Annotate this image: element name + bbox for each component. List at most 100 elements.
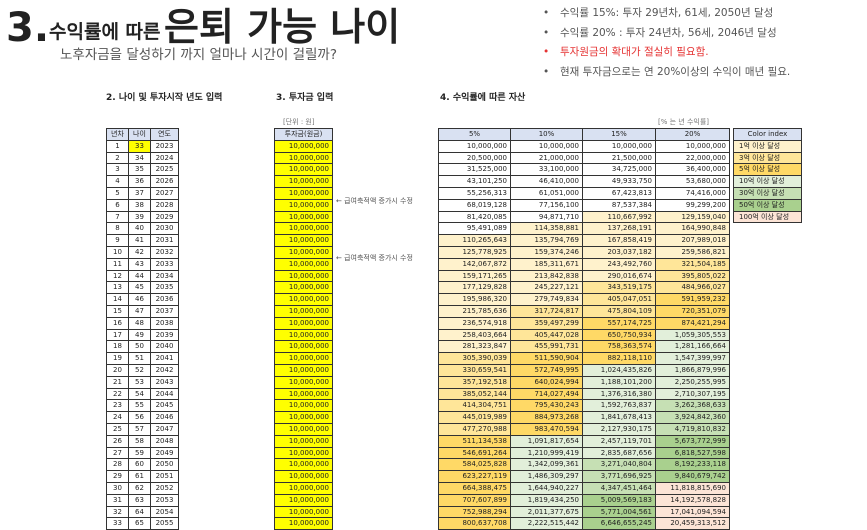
table-row: 29 61 2051 xyxy=(106,470,179,483)
legend-item: 10억 이상 달성 xyxy=(733,175,802,188)
principal-cell: 10,000,000 xyxy=(274,399,333,413)
principal-cell: 10,000,000 xyxy=(274,505,333,519)
year-cell: 2037 xyxy=(150,304,179,318)
year-cell: 2047 xyxy=(150,422,179,436)
year-count-cell: 10 xyxy=(106,245,129,259)
year-cell: 2034 xyxy=(150,269,179,283)
asset-cell: 142,067,872 xyxy=(438,257,511,271)
table-row: 10,000,000 xyxy=(274,210,333,224)
age-cell: 34 xyxy=(128,151,151,165)
asset-cell: 3,262,368,633 xyxy=(655,399,730,413)
asset-cell: 1,486,309,297 xyxy=(510,470,583,483)
color-index-body: 1억 이상 달성 3억 이상 달성 5억 이상 달성 10억 이상 달성 30억 이상 … xyxy=(733,139,802,224)
table-row: 4 36 2026 xyxy=(106,175,179,188)
year-count-cell: 7 xyxy=(106,210,129,224)
header-principal: 투자금(원금) xyxy=(274,128,333,141)
asset-cell: 17,041,094,594 xyxy=(655,505,730,519)
table-row: 18 50 2040 xyxy=(106,340,179,354)
asset-cell: 114,358,881 xyxy=(510,222,583,236)
year-cell: 2039 xyxy=(150,328,179,342)
table-row: 125,778,925 159,374,246 203,037,182 259,586… xyxy=(438,245,730,259)
asset-cell: 1,281,166,664 xyxy=(655,340,730,354)
returns-table: 5% 10% 15% 20% 10,000,000 10,000,000 10,00… xyxy=(438,128,730,530)
asset-cell: 477,270,988 xyxy=(438,422,511,436)
asset-cell: 385,052,144 xyxy=(438,387,511,401)
table-row: 7 39 2029 xyxy=(106,210,179,224)
asset-cell: 137,268,191 xyxy=(582,222,656,236)
principal-cell: 10,000,000 xyxy=(274,175,333,188)
asset-cell: 195,986,320 xyxy=(438,293,511,306)
asset-cell: 290,016,674 xyxy=(582,269,656,283)
table-row: 10,000,000 xyxy=(274,352,333,365)
age-cell: 39 xyxy=(128,210,151,224)
asset-cell: 4,719,810,832 xyxy=(655,422,730,436)
age-cell: 46 xyxy=(128,293,151,306)
principal-cell: 10,000,000 xyxy=(274,316,333,330)
age-cell: 48 xyxy=(128,316,151,330)
asset-cell: 455,991,731 xyxy=(510,340,583,354)
table-row: 5 37 2027 xyxy=(106,186,179,200)
table-row: 236,574,918 359,497,299 557,174,725 874,421… xyxy=(438,316,730,330)
table-row: 10,000,000 xyxy=(274,458,333,472)
asset-cell: 68,019,128 xyxy=(438,198,511,212)
asset-cell: 317,724,817 xyxy=(510,304,583,318)
asset-cell: 874,421,294 xyxy=(655,316,730,330)
asset-cell: 46,410,000 xyxy=(510,175,583,188)
asset-cell: 1,592,763,837 xyxy=(582,399,656,413)
principal-cell: 10,000,000 xyxy=(274,139,333,153)
table-row: 258,403,664 405,447,028 650,750,934 1,059,3… xyxy=(438,328,730,342)
legend-row: 30억 이상 달성 xyxy=(733,186,802,200)
table-row: 22 54 2044 xyxy=(106,387,179,401)
asset-cell: 1,547,399,997 xyxy=(655,352,730,365)
year-count-cell: 31 xyxy=(106,493,129,507)
table-row: 10,000,000 xyxy=(274,175,333,188)
asset-cell: 8,192,233,118 xyxy=(655,458,730,472)
asset-cell: 110,265,643 xyxy=(438,234,511,247)
bullet-icon: • xyxy=(543,7,550,19)
age-cell: 42 xyxy=(128,245,151,259)
year-cell: 2026 xyxy=(150,175,179,188)
year-cell: 2036 xyxy=(150,293,179,306)
table-row: 55,256,313 61,051,000 67,423,813 74,416,000 xyxy=(438,186,730,200)
asset-cell: 546,691,264 xyxy=(438,446,511,460)
asset-cell: 5,009,569,183 xyxy=(582,493,656,507)
asset-cell: 1,091,817,654 xyxy=(510,434,583,448)
asset-cell: 714,027,494 xyxy=(510,387,583,401)
year-cell: 2053 xyxy=(150,493,179,507)
age-cell: 50 xyxy=(128,340,151,354)
year-count-cell: 29 xyxy=(106,470,129,483)
table-row: 357,192,518 640,024,994 1,188,101,200 2,250… xyxy=(438,375,730,389)
year-cell: 2023 xyxy=(150,139,179,153)
asset-cell: 94,871,710 xyxy=(510,210,583,224)
asset-cell: 21,500,000 xyxy=(582,151,656,165)
table-row: 305,390,039 511,590,904 882,118,110 1,547,3… xyxy=(438,352,730,365)
header-color-index: Color index xyxy=(733,128,802,141)
asset-cell: 2,250,255,995 xyxy=(655,375,730,389)
table-row: 10,000,000 xyxy=(274,257,333,271)
year-cell: 2044 xyxy=(150,387,179,401)
asset-cell: 53,680,000 xyxy=(655,175,730,188)
legend-item: 1억 이상 달성 xyxy=(733,139,802,153)
table-row: 10,000,000 xyxy=(274,222,333,236)
asset-cell: 664,388,475 xyxy=(438,481,511,495)
table-row: 195,986,320 279,749,834 405,047,051 591,959… xyxy=(438,293,730,306)
principal-cell: 10,000,000 xyxy=(274,446,333,460)
age-cell: 35 xyxy=(128,163,151,177)
section-title-assets: 4. 수익률에 따른 자산 xyxy=(440,93,526,103)
asset-cell: 650,750,934 xyxy=(582,328,656,342)
table-row: 1 33 2023 xyxy=(106,139,179,153)
table-row: 511,134,538 1,091,817,654 2,457,119,701 5,6… xyxy=(438,434,730,448)
asset-cell: 67,423,813 xyxy=(582,186,656,200)
table-row: 10,000,000 xyxy=(274,328,333,342)
table-row: 10,000,000 xyxy=(274,163,333,177)
table-row: 10,000,000 xyxy=(274,411,333,424)
age-cell: 41 xyxy=(128,234,151,247)
asset-cell: 800,637,708 xyxy=(438,517,511,530)
age-cell: 56 xyxy=(128,411,151,424)
table-row: 281,323,847 455,991,731 758,363,574 1,281,1… xyxy=(438,340,730,354)
asset-cell: 359,497,299 xyxy=(510,316,583,330)
asset-cell: 1,210,999,419 xyxy=(510,446,583,460)
principal-cell: 10,000,000 xyxy=(274,151,333,165)
table-row: 10,000,000 xyxy=(274,234,333,247)
age-cell: 49 xyxy=(128,328,151,342)
